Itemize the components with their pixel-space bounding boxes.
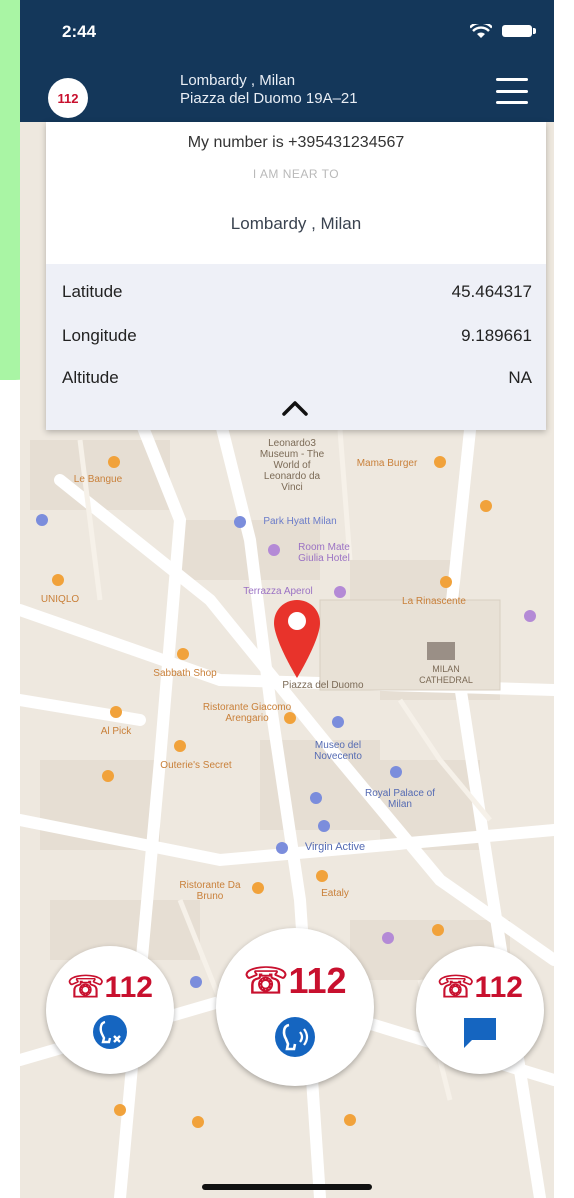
phone-icon: ☏ bbox=[67, 971, 105, 1004]
deaf-head-icon bbox=[93, 1015, 127, 1049]
longitude-row: Longitude 9.189661 bbox=[62, 326, 532, 346]
header-address: Lombardy , Milan Piazza del Duomo 19A–21 bbox=[180, 72, 358, 108]
menu-icon[interactable] bbox=[496, 78, 528, 104]
map-label: Outerie's Secret bbox=[160, 760, 232, 771]
menu-bar bbox=[496, 89, 528, 93]
map-label: Piazza del Duomo bbox=[282, 680, 364, 691]
near-label: I AM NEAR TO bbox=[252, 167, 340, 181]
status-time: 2:44 bbox=[62, 22, 97, 41]
map-label: La Rinascente bbox=[402, 596, 466, 607]
map-label: Al Pick bbox=[100, 726, 132, 737]
map-label: Mama Burger bbox=[356, 458, 418, 469]
logo-text: 112 bbox=[57, 90, 79, 106]
latitude-value: 45.464317 bbox=[451, 282, 532, 301]
map-label: MILAN CATHEDRAL bbox=[419, 664, 473, 685]
call-112-number: 112 bbox=[474, 971, 523, 1004]
latitude-label: Latitude bbox=[62, 282, 123, 301]
near-city: Lombardy , Milan bbox=[230, 214, 362, 233]
info-panel: My number is +395431234567 I AM NEAR TO … bbox=[46, 122, 546, 430]
call-speak-button[interactable]: ☏112 bbox=[216, 928, 374, 1086]
location-pin-icon[interactable] bbox=[274, 600, 320, 678]
call-112-label: ☏112 bbox=[46, 970, 174, 1005]
phone-screen: Leonardo3 Museum - The World of Leonardo… bbox=[20, 0, 554, 1198]
longitude-label: Longitude bbox=[62, 326, 137, 345]
call-112-number: 112 bbox=[104, 971, 153, 1004]
altitude-row: Altitude NA bbox=[62, 368, 532, 388]
map-label: Le Bangue bbox=[73, 474, 123, 485]
chat-icon bbox=[464, 1018, 496, 1048]
call-112-label: ☏112 bbox=[416, 970, 544, 1005]
coordinates-section: Latitude 45.464317 Longitude 9.189661 Al… bbox=[46, 264, 546, 430]
address-line1: Lombardy , Milan bbox=[180, 72, 296, 89]
chevron-up-icon[interactable] bbox=[280, 398, 310, 418]
app-header: 2:44 112 Lombardy , Milan Piazza del Duo… bbox=[20, 0, 554, 122]
map-label: Royal Palace of Milan bbox=[364, 788, 436, 810]
status-icons bbox=[470, 24, 536, 38]
map-label: Leonardo3 Museum - The World of Leonardo… bbox=[259, 438, 325, 493]
menu-bar bbox=[496, 78, 528, 81]
map-label: UNIQLO bbox=[40, 594, 80, 605]
map-label: Sabbath Shop bbox=[153, 668, 217, 679]
phone-icon: ☏ bbox=[243, 960, 289, 1001]
altitude-label: Altitude bbox=[62, 368, 119, 387]
map-label: Ristorante Giacomo Arengario bbox=[202, 702, 292, 724]
map-label: Terrazza Aperol bbox=[243, 586, 313, 597]
phone-icon: ☏ bbox=[437, 971, 475, 1004]
battery-icon bbox=[502, 25, 536, 37]
altitude-value: NA bbox=[508, 368, 532, 387]
app-logo: 112 bbox=[48, 78, 88, 118]
call-112-label: ☏112 bbox=[216, 960, 374, 1002]
phone-number-text: My number is +395431234567 bbox=[187, 134, 405, 151]
map-label: Ristorante Da Bruno bbox=[179, 880, 241, 902]
wifi-icon bbox=[470, 24, 492, 38]
home-indicator[interactable] bbox=[202, 1184, 372, 1190]
address-line2: Piazza del Duomo 19A–21 bbox=[180, 90, 358, 107]
call-112-number: 112 bbox=[288, 960, 347, 1001]
map-label: Room Mate Giulia Hotel bbox=[298, 542, 350, 564]
cathedral-icon bbox=[427, 642, 455, 660]
call-deaf-button[interactable]: ☏112 bbox=[46, 946, 174, 1074]
map-label: Park Hyatt Milan bbox=[263, 516, 337, 527]
speaking-head-icon bbox=[275, 1017, 315, 1057]
latitude-row: Latitude 45.464317 bbox=[62, 282, 532, 302]
map-label: Eataly bbox=[321, 888, 349, 899]
menu-bar bbox=[496, 101, 528, 104]
longitude-value: 9.189661 bbox=[461, 326, 532, 345]
chat-112-button[interactable]: ☏112 bbox=[416, 946, 544, 1074]
map-label: Virgin Active bbox=[304, 841, 366, 853]
map-label: Museo del Novecento bbox=[314, 740, 362, 762]
